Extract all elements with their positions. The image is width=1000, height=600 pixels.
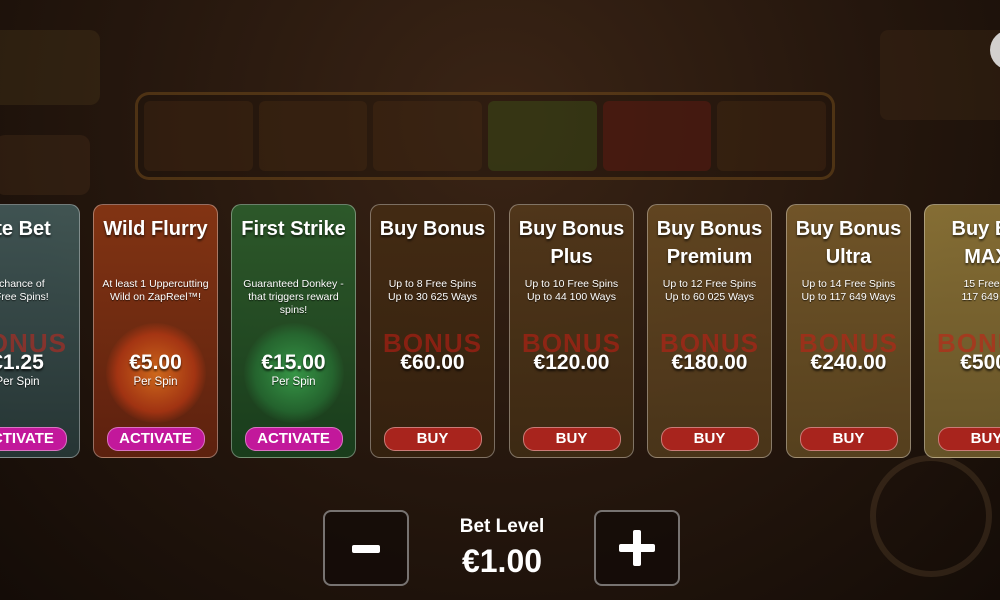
buy-button[interactable]: BUY — [799, 427, 898, 451]
card-price: €240.00 — [810, 351, 887, 374]
feature-card-buy-bonus: Buy Bonus Up to 8 Free Spins Up to 30 62… — [370, 204, 495, 458]
card-title: First Strike — [241, 218, 346, 240]
card-description: 15 Free S 117 649 W — [961, 278, 1000, 303]
card-price: €1.25 — [0, 351, 44, 374]
card-title: Buy Bonus Ultra — [795, 218, 902, 268]
decrease-bet-button[interactable] — [323, 510, 409, 586]
card-title: Buy Bonus Premium — [656, 218, 763, 268]
card-description: Up to 10 Free Spins Up to 44 100 Ways — [524, 278, 619, 303]
plus-icon-vertical — [633, 530, 641, 566]
card-price: €15.00 — [261, 351, 326, 374]
spin-button-background — [870, 455, 992, 577]
feature-card-ante-bet: ate Bet e chance of g Free Spins! BONUS … — [0, 204, 80, 458]
reel-cell — [144, 101, 253, 171]
buy-button[interactable]: BUY — [383, 427, 482, 451]
card-title: Buy Bo MAX — [951, 218, 1000, 268]
bet-level-label: Bet Level — [459, 516, 545, 537]
background-reel-strip — [135, 92, 835, 180]
card-price: €180.00 — [671, 351, 748, 374]
reel-cell — [602, 101, 712, 171]
buy-button[interactable]: BUY — [660, 427, 759, 451]
feature-card-buy-bonus-premium: Buy Bonus Premium Up to 12 Free Spins Up… — [647, 204, 772, 458]
card-price: €5.00 — [129, 351, 182, 374]
reel-cell — [373, 101, 483, 171]
activate-button[interactable]: ACTIVATE — [106, 427, 205, 451]
card-description: Guaranteed Donkey - that triggers reward… — [243, 278, 344, 316]
card-title: ate Bet — [0, 218, 51, 240]
card-price: €60.00 — [400, 351, 465, 374]
reel-cell — [717, 101, 827, 171]
card-price-unit: Per Spin — [0, 376, 40, 388]
bet-level-value: €1.00 — [461, 543, 543, 579]
card-title: Wild Flurry — [103, 218, 208, 240]
activate-button[interactable]: ACTIVATE — [244, 427, 343, 451]
feature-card-buy-bonus-max: Buy Bo MAX 15 Free S 117 649 W BONUS €50… — [924, 204, 1000, 458]
feature-card-buy-bonus-plus: Buy Bonus Plus Up to 10 Free Spins Up to… — [509, 204, 634, 458]
feature-card-buy-bonus-ultra: Buy Bonus Ultra Up to 14 Free Spins Up t… — [786, 204, 911, 458]
card-description: At least 1 Uppercutting Wild on ZapReel™… — [102, 278, 209, 303]
increase-bet-button[interactable] — [594, 510, 680, 586]
feature-card-wild-flurry: Wild Flurry At least 1 Uppercutting Wild… — [93, 204, 218, 458]
card-description: e chance of g Free Spins! — [0, 278, 49, 303]
buy-button[interactable]: BUY — [937, 427, 1000, 451]
las-vegas-sign-background — [880, 30, 1000, 120]
card-description: Up to 14 Free Spins Up to 117 649 Ways — [801, 278, 896, 303]
game-logo-background — [0, 30, 100, 105]
card-title: Buy Bonus Plus — [518, 218, 625, 268]
card-price: €500. — [960, 351, 1000, 374]
reel-cell — [258, 101, 368, 171]
card-title: Buy Bonus — [379, 218, 486, 240]
feature-card-first-strike: First Strike Guaranteed Donkey - that tr… — [231, 204, 356, 458]
reel-cell — [488, 101, 597, 171]
buy-button[interactable]: BUY — [522, 427, 621, 451]
card-description: Up to 8 Free Spins Up to 30 625 Ways — [388, 278, 477, 303]
minus-icon — [352, 545, 380, 553]
card-price-unit: Per Spin — [133, 376, 178, 388]
multiplier-background — [0, 135, 90, 195]
card-price-unit: Per Spin — [271, 376, 316, 388]
card-price: €120.00 — [533, 351, 610, 374]
activate-button[interactable]: ACTIVATE — [0, 427, 67, 451]
card-description: Up to 12 Free Spins Up to 60 025 Ways — [662, 278, 757, 303]
